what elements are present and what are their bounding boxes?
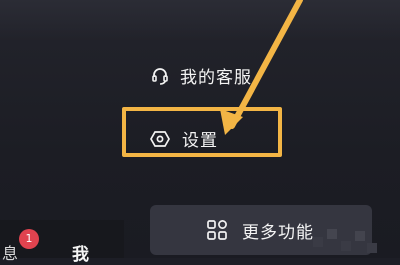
customer-service-label: 我的客服 bbox=[180, 68, 252, 88]
tab-me[interactable]: 我 bbox=[72, 240, 89, 265]
menu-panel: 我的客服 设置 息 1 我 更多功能 bbox=[0, 0, 400, 265]
top-blur bbox=[0, 0, 400, 40]
more-functions-label: 更多功能 bbox=[242, 222, 314, 243]
watermark-mosaic bbox=[313, 225, 383, 258]
notification-badge: 1 bbox=[19, 229, 39, 249]
grid-icon bbox=[206, 219, 228, 241]
settings-highlight-box bbox=[122, 107, 282, 157]
customer-service-item[interactable]: 我的客服 bbox=[150, 63, 252, 88]
tab-messages-partial[interactable]: 息 bbox=[2, 240, 18, 264]
headset-icon bbox=[150, 66, 170, 86]
